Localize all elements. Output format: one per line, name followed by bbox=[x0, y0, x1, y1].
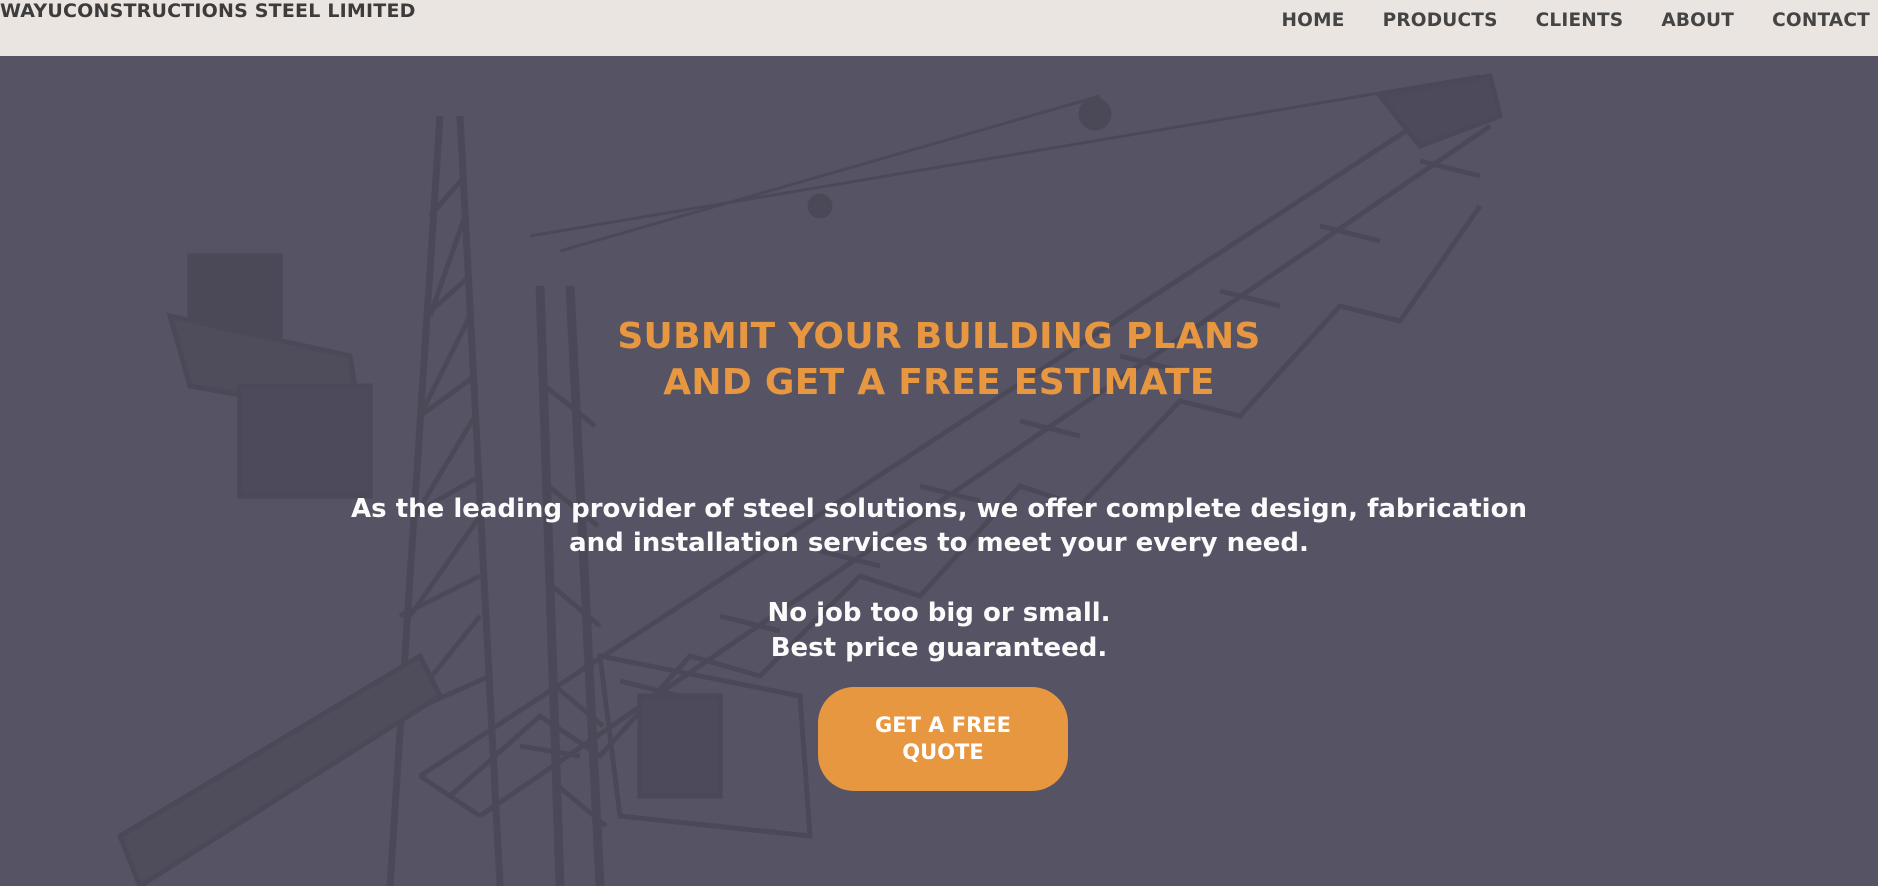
cta-line-1: GET A FREE bbox=[875, 713, 1011, 737]
description-line-2: and installation services to meet your e… bbox=[569, 528, 1309, 558]
cta-line-2: QUOTE bbox=[902, 740, 984, 764]
description-line-1: As the leading provider of steel solutio… bbox=[351, 494, 1527, 524]
main-nav: HOME PRODUCTS CLIENTS ABOUT CONTACT bbox=[1282, 10, 1871, 31]
nav-products[interactable]: PRODUCTS bbox=[1383, 10, 1498, 31]
site-header: WAYUCONSTRUCTIONS STEEL LIMITED HOME PRO… bbox=[0, 0, 1878, 56]
nav-home[interactable]: HOME bbox=[1282, 10, 1345, 31]
nav-about[interactable]: ABOUT bbox=[1661, 10, 1734, 31]
headline-line-2: AND GET A FREE ESTIMATE bbox=[663, 362, 1215, 403]
hero-tagline: No job too big or small. Best price guar… bbox=[0, 596, 1878, 666]
get-free-quote-button[interactable]: GET A FREE QUOTE bbox=[818, 687, 1068, 791]
hero-description: As the leading provider of steel solutio… bbox=[0, 492, 1878, 560]
tagline-line-2: Best price guaranteed. bbox=[770, 633, 1108, 663]
nav-clients[interactable]: CLIENTS bbox=[1536, 10, 1624, 31]
tagline-line-1: No job too big or small. bbox=[767, 598, 1111, 628]
hero-headline: SUBMIT YOUR BUILDING PLANS AND GET A FRE… bbox=[0, 314, 1878, 406]
nav-contact[interactable]: CONTACT bbox=[1772, 10, 1870, 31]
brand-logo-text[interactable]: WAYUCONSTRUCTIONS STEEL LIMITED bbox=[0, 0, 416, 22]
headline-line-1: SUBMIT YOUR BUILDING PLANS bbox=[617, 316, 1261, 357]
